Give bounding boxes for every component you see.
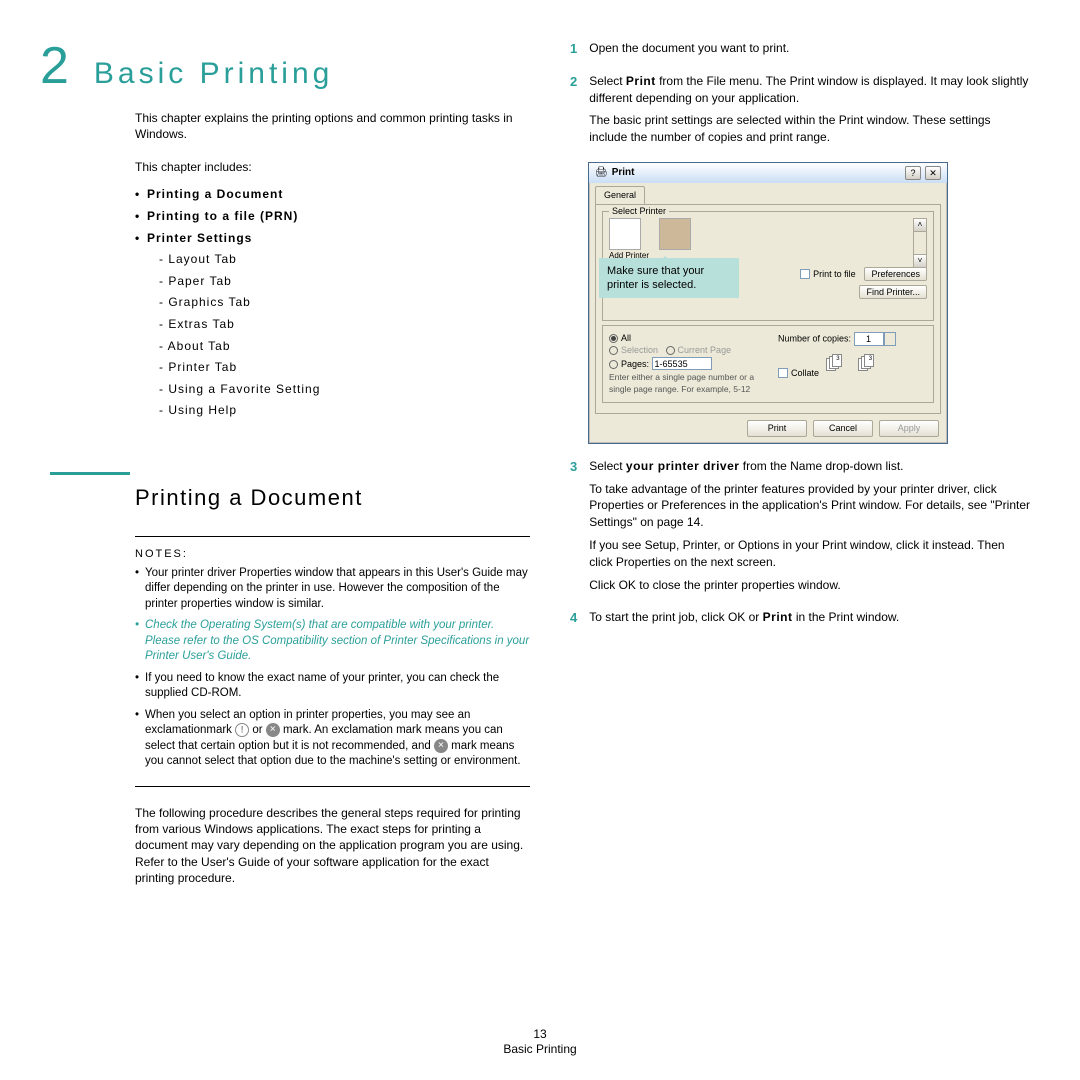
print-to-file-checkbox[interactable] bbox=[800, 269, 810, 279]
page-number: 13 bbox=[0, 1027, 1080, 1043]
toc-sub[interactable]: - Using a Favorite Setting bbox=[135, 379, 530, 401]
toc-list: Printing a Document Printing to a file (… bbox=[135, 184, 530, 422]
step-number: 2 bbox=[570, 73, 577, 152]
chapter-title: Basic Printing bbox=[94, 57, 333, 91]
toc-sub[interactable]: - Extras Tab bbox=[135, 314, 530, 336]
printer-item-icon[interactable] bbox=[659, 218, 691, 250]
note-item: Your printer driver Properties window th… bbox=[135, 566, 530, 613]
page-footer: 13 Basic Printing bbox=[0, 1027, 1080, 1058]
dialog-tabs: General bbox=[589, 183, 947, 204]
scroll-up-icon[interactable]: ˄ bbox=[913, 218, 927, 232]
chapter-number: 2 bbox=[40, 40, 69, 92]
copies-label: Number of copies: bbox=[778, 333, 851, 343]
find-printer-button[interactable]: Find Printer... bbox=[859, 285, 927, 299]
step: 1 Open the document you want to print. bbox=[570, 40, 1030, 63]
toc-sub[interactable]: - Layout Tab bbox=[135, 249, 530, 271]
pages-hint: Enter either a single page number or a s… bbox=[609, 372, 758, 396]
group-legend: Select Printer bbox=[609, 205, 669, 218]
note-item: When you select an option in printer pro… bbox=[135, 708, 530, 770]
radio-current-page[interactable] bbox=[666, 346, 675, 355]
toc-item[interactable]: Printing a Document bbox=[135, 184, 530, 206]
add-printer-icon[interactable] bbox=[609, 218, 641, 250]
dialog-titlebar: 🖨 Print ? ✕ bbox=[589, 163, 947, 183]
toc-item[interactable]: Printer Settings bbox=[135, 228, 530, 250]
chapter-header: 2 Basic Printing bbox=[40, 40, 530, 92]
procedure-intro: The following procedure describes the ge… bbox=[135, 805, 530, 886]
cancel-button[interactable]: Cancel bbox=[813, 420, 873, 437]
radio-pages-label: Pages: bbox=[621, 359, 649, 369]
step: 4 To start the print job, click OK or Pr… bbox=[570, 609, 1030, 632]
select-printer-group: Select Printer Add Printer ˄ bbox=[602, 211, 934, 321]
dialog-panel: Select Printer Add Printer ˄ bbox=[595, 204, 941, 415]
notes-label: NOTES: bbox=[135, 547, 530, 562]
toc-sub[interactable]: - Graphics Tab bbox=[135, 292, 530, 314]
print-dialog: 🖨 Print ? ✕ General Select Printer Add bbox=[588, 162, 948, 444]
toc-sub[interactable]: - About Tab bbox=[135, 336, 530, 358]
step-text: Select your printer driver from the Name… bbox=[589, 458, 1030, 475]
notes-box: NOTES: Your printer driver Properties wi… bbox=[135, 536, 530, 787]
step-text: To start the print job, click OK or Prin… bbox=[589, 609, 1030, 626]
page-range-group: All Selection Current Page Pages: 1-6553… bbox=[602, 325, 934, 404]
scroll-down-icon[interactable]: ˅ bbox=[913, 254, 927, 268]
step-number: 4 bbox=[570, 609, 577, 632]
radio-selection[interactable] bbox=[609, 346, 618, 355]
apply-button[interactable]: Apply bbox=[879, 420, 939, 437]
radio-selection-label: Selection bbox=[621, 345, 658, 355]
toc-item[interactable]: Printing to a file (PRN) bbox=[135, 206, 530, 228]
section-rule bbox=[50, 472, 130, 475]
stop-icon bbox=[434, 739, 448, 753]
step-text: The basic print settings are selected wi… bbox=[589, 112, 1030, 146]
section-title: Printing a Document bbox=[135, 485, 530, 511]
step-text: Click OK to close the printer properties… bbox=[589, 577, 1030, 594]
printer-glyph-icon: 🖨 bbox=[595, 166, 608, 180]
note-item: If you need to know the exact name of yo… bbox=[135, 671, 530, 702]
step-text: Select Print from the File menu. The Pri… bbox=[589, 73, 1030, 107]
step: 2 Select Print from the File menu. The P… bbox=[570, 73, 1030, 152]
stop-icon bbox=[266, 723, 280, 737]
close-icon[interactable]: ✕ bbox=[925, 166, 941, 180]
callout-text: Make sure that your printer is selected. bbox=[607, 265, 704, 291]
radio-all-label: All bbox=[621, 333, 631, 343]
radio-pages[interactable] bbox=[609, 360, 618, 369]
print-button[interactable]: Print bbox=[747, 420, 807, 437]
callout-bubble: Make sure that your printer is selected. bbox=[599, 258, 739, 299]
step-text: Open the document you want to print. bbox=[589, 40, 1030, 57]
warning-icon bbox=[235, 723, 249, 737]
radio-current-page-label: Current Page bbox=[678, 345, 732, 355]
collate-checkbox[interactable] bbox=[778, 368, 788, 378]
chapter-intro: This chapter explains the printing optio… bbox=[135, 110, 530, 142]
step: 3 Select your printer driver from the Na… bbox=[570, 458, 1030, 600]
pages-input[interactable]: 1-65535 bbox=[652, 357, 712, 370]
dialog-title: Print bbox=[612, 166, 901, 180]
step-number: 3 bbox=[570, 458, 577, 600]
collate-icon: 123 bbox=[858, 356, 884, 376]
copies-spinner[interactable] bbox=[884, 332, 896, 346]
collate-icon: 123 bbox=[826, 356, 852, 376]
print-to-file-label: Print to file bbox=[813, 269, 856, 279]
toc-sub[interactable]: - Printer Tab bbox=[135, 357, 530, 379]
copies-input[interactable]: 1 bbox=[854, 332, 884, 346]
note-item: Check the Operating System(s) that are c… bbox=[135, 618, 530, 665]
step-text: If you see Setup, Printer, or Options in… bbox=[589, 537, 1030, 571]
tab-general[interactable]: General bbox=[595, 186, 645, 204]
help-icon[interactable]: ? bbox=[905, 166, 921, 180]
collate-label: Collate bbox=[791, 368, 819, 378]
toc-sub[interactable]: - Using Help bbox=[135, 400, 530, 422]
note-text: or bbox=[252, 724, 265, 736]
dialog-footer: Print Cancel Apply bbox=[589, 420, 947, 443]
step-number: 1 bbox=[570, 40, 577, 63]
includes-label: This chapter includes: bbox=[135, 160, 530, 174]
radio-all[interactable] bbox=[609, 334, 618, 343]
step-text: To take advantage of the printer feature… bbox=[589, 481, 1030, 531]
preferences-button[interactable]: Preferences bbox=[864, 267, 927, 281]
toc-sub[interactable]: - Paper Tab bbox=[135, 271, 530, 293]
footer-title: Basic Printing bbox=[0, 1042, 1080, 1058]
step-list: 1 Open the document you want to print. 2… bbox=[570, 40, 1030, 632]
